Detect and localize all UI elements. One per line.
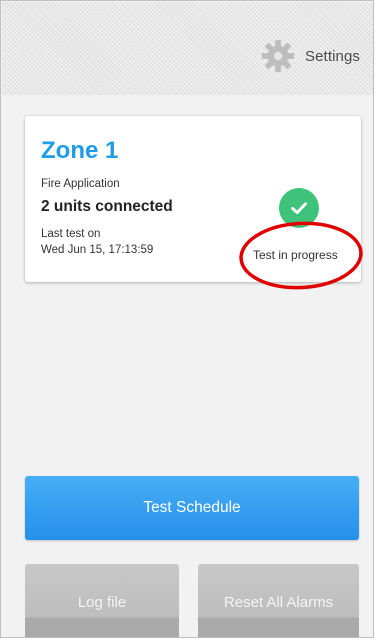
log-file-button[interactable]: Log file	[25, 564, 179, 637]
zone-application: Fire Application	[41, 178, 120, 190]
last-test-label: Last test on	[41, 228, 101, 240]
top-bar: Settings	[2, 2, 373, 95]
test-status: Test in progress	[253, 248, 338, 262]
units-connected: 2 units connected	[41, 198, 173, 215]
test-schedule-button[interactable]: Test Schedule	[25, 476, 359, 540]
settings-label: Settings	[305, 47, 360, 65]
zone-title: Zone 1	[41, 137, 119, 164]
settings-button[interactable]: Settings	[259, 36, 360, 76]
checkmark-icon	[291, 202, 307, 215]
last-test-value: Wed Jun 15, 17:13:59	[41, 244, 154, 256]
app-screen: Settings Zone 1 Fire Application 2 units…	[0, 0, 377, 641]
check-circle-icon	[279, 188, 319, 228]
zone-card[interactable]: Zone 1 Fire Application 2 units connecte…	[25, 116, 361, 282]
gear-icon	[261, 39, 295, 73]
reset-all-alarms-button[interactable]: Reset All Alarms	[198, 564, 359, 637]
device-frame: Settings Zone 1 Fire Application 2 units…	[0, 0, 374, 638]
